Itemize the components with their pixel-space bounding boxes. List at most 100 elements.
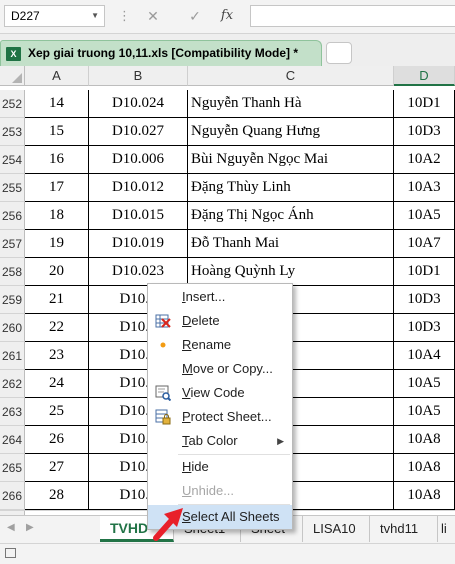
cell-b[interactable]: D10.027 xyxy=(89,118,188,146)
cell-d[interactable]: 10D3 xyxy=(394,314,455,342)
cell-b[interactable]: D10.024 xyxy=(89,90,188,118)
menu-item-move-or-copy[interactable]: Move or Copy... xyxy=(148,357,292,381)
cell-c[interactable]: Bùi Nguyễn Ngọc Mai xyxy=(188,146,394,174)
new-document-tab-button[interactable] xyxy=(326,42,352,64)
cell-d[interactable]: 10D3 xyxy=(394,286,455,314)
cell-a[interactable]: 20 xyxy=(25,258,89,286)
menu-item-protect-sheet[interactable]: Protect Sheet... xyxy=(148,405,292,429)
row-header[interactable]: 264 xyxy=(0,426,25,454)
document-tab-bar: X Xep giai truong 10,11.xls [Compatibili… xyxy=(0,34,455,66)
sheet-tab-li[interactable]: li xyxy=(438,516,455,542)
menu-item-insert[interactable]: Insert... xyxy=(148,285,292,309)
menu-item-protect-label: rotect Sheet... xyxy=(190,409,272,424)
row-header[interactable]: 260 xyxy=(0,314,25,342)
row-header[interactable]: 259 xyxy=(0,286,25,314)
cell-a[interactable]: 18 xyxy=(25,202,89,230)
cell-a[interactable]: 22 xyxy=(25,314,89,342)
cell-b[interactable]: D10.006 xyxy=(89,146,188,174)
cell-a[interactable]: 14 xyxy=(25,90,89,118)
cell-d[interactable]: 10A5 xyxy=(394,398,455,426)
cell-b[interactable]: D10.023 xyxy=(89,258,188,286)
cell-a[interactable]: 25 xyxy=(25,398,89,426)
cell-a[interactable]: 28 xyxy=(25,482,89,510)
cell-d[interactable]: 10A7 xyxy=(394,230,455,258)
insert-function-icon[interactable]: fx xyxy=(216,5,238,27)
cell-d[interactable]: 10A8 xyxy=(394,454,455,482)
macro-record-icon[interactable] xyxy=(5,548,16,558)
menu-item-tab-color-label: ab Color xyxy=(188,433,238,448)
chevron-down-icon[interactable]: ▼ xyxy=(91,6,99,26)
formula-bar: D227 ▼ ⋮ ✕ ✓ fx xyxy=(0,0,455,34)
cell-d[interactable]: 10D1 xyxy=(394,258,455,286)
cell-b[interactable]: D10.012 xyxy=(89,174,188,202)
row-header[interactable]: 262 xyxy=(0,370,25,398)
cell-b[interactable]: D10.015 xyxy=(89,202,188,230)
menu-item-view-code[interactable]: View Code xyxy=(148,381,292,405)
row-header[interactable]: 256 xyxy=(0,202,25,230)
row-header[interactable]: 266 xyxy=(0,482,25,510)
sheet-tab-lisa10[interactable]: LISA10 xyxy=(303,516,370,542)
scroll-tabs-left-icon[interactable]: ◀ xyxy=(7,522,15,533)
cell-d[interactable]: 10D3 xyxy=(394,118,455,146)
cell-d[interactable]: 10A8 xyxy=(394,426,455,454)
cell-c[interactable]: Đặng Thùy Linh xyxy=(188,174,394,202)
cell-c[interactable]: Đỗ Thanh Mai xyxy=(188,230,394,258)
row-header[interactable]: 263 xyxy=(0,398,25,426)
cell-d[interactable]: 10A4 xyxy=(394,342,455,370)
row-header[interactable]: 265 xyxy=(0,454,25,482)
row-header[interactable]: 254 xyxy=(0,146,25,174)
cell-d[interactable]: 10A5 xyxy=(394,370,455,398)
cell-d[interactable]: 10D1 xyxy=(394,90,455,118)
submenu-arrow-icon: ▶ xyxy=(277,436,284,446)
cell-d[interactable]: 10A3 xyxy=(394,174,455,202)
cell-a[interactable]: 15 xyxy=(25,118,89,146)
cell-a[interactable]: 19 xyxy=(25,230,89,258)
cell-a[interactable]: 23 xyxy=(25,342,89,370)
document-tab[interactable]: X Xep giai truong 10,11.xls [Compatibili… xyxy=(0,40,322,66)
sheet-tab-tvhd11[interactable]: tvhd11 xyxy=(370,516,438,542)
formula-input[interactable] xyxy=(250,5,455,27)
confirm-icon[interactable]: ✓ xyxy=(184,5,206,27)
menu-item-delete[interactable]: Delete xyxy=(148,309,292,333)
row-header[interactable]: 252 xyxy=(0,90,25,118)
column-header-b[interactable]: B xyxy=(89,66,188,86)
cell-a[interactable]: 26 xyxy=(25,426,89,454)
cell-c[interactable]: Nguyễn Quang Hưng xyxy=(188,118,394,146)
cell-a[interactable]: 17 xyxy=(25,174,89,202)
row-header[interactable]: 253 xyxy=(0,118,25,146)
cell-a[interactable]: 21 xyxy=(25,286,89,314)
menu-item-view-code-label: iew Code xyxy=(190,385,245,400)
row-header[interactable]: 258 xyxy=(0,258,25,286)
formula-bar-grip-icon: ⋮ xyxy=(118,8,131,23)
column-header-c[interactable]: C xyxy=(188,66,394,86)
menu-item-rename[interactable]: Rename xyxy=(148,333,292,357)
menu-item-tab-color[interactable]: Tab Color ▶ xyxy=(148,429,292,453)
cell-a[interactable]: 24 xyxy=(25,370,89,398)
cancel-icon[interactable]: ✕ xyxy=(142,5,164,27)
cell-c[interactable]: Hoàng Quỳnh Ly xyxy=(188,258,394,286)
cell-a[interactable]: 16 xyxy=(25,146,89,174)
menu-item-hide[interactable]: Hide xyxy=(148,455,292,479)
menu-item-rename-accel: R xyxy=(182,337,192,352)
scroll-tabs-right-icon[interactable]: ▶ xyxy=(26,522,34,533)
column-header-a[interactable]: A xyxy=(25,66,89,86)
cell-c[interactable]: Đặng Thị Ngọc Ánh xyxy=(188,202,394,230)
cell-d[interactable]: 10A2 xyxy=(394,146,455,174)
cell-b[interactable]: D10.019 xyxy=(89,230,188,258)
column-header-d[interactable]: D xyxy=(394,66,455,86)
cell-d[interactable]: 10A5 xyxy=(394,202,455,230)
select-all-corner[interactable] xyxy=(0,66,25,86)
menu-item-hide-accel: H xyxy=(182,459,192,474)
name-box[interactable]: D227 ▼ xyxy=(4,5,105,27)
row-header[interactable]: 257 xyxy=(0,230,25,258)
menu-item-protect-accel: P xyxy=(182,409,191,424)
rename-dot-icon xyxy=(160,342,166,348)
menu-item-unhide-label: nhide... xyxy=(191,483,235,498)
row-header[interactable]: 261 xyxy=(0,342,25,370)
row-header[interactable]: 255 xyxy=(0,174,25,202)
status-bar xyxy=(0,543,455,564)
document-title: Xep giai truong 10,11.xls [Compatibility… xyxy=(28,46,299,60)
cell-d[interactable]: 10A8 xyxy=(394,482,455,510)
cell-c[interactable]: Nguyễn Thanh Hà xyxy=(188,90,394,118)
cell-a[interactable]: 27 xyxy=(25,454,89,482)
